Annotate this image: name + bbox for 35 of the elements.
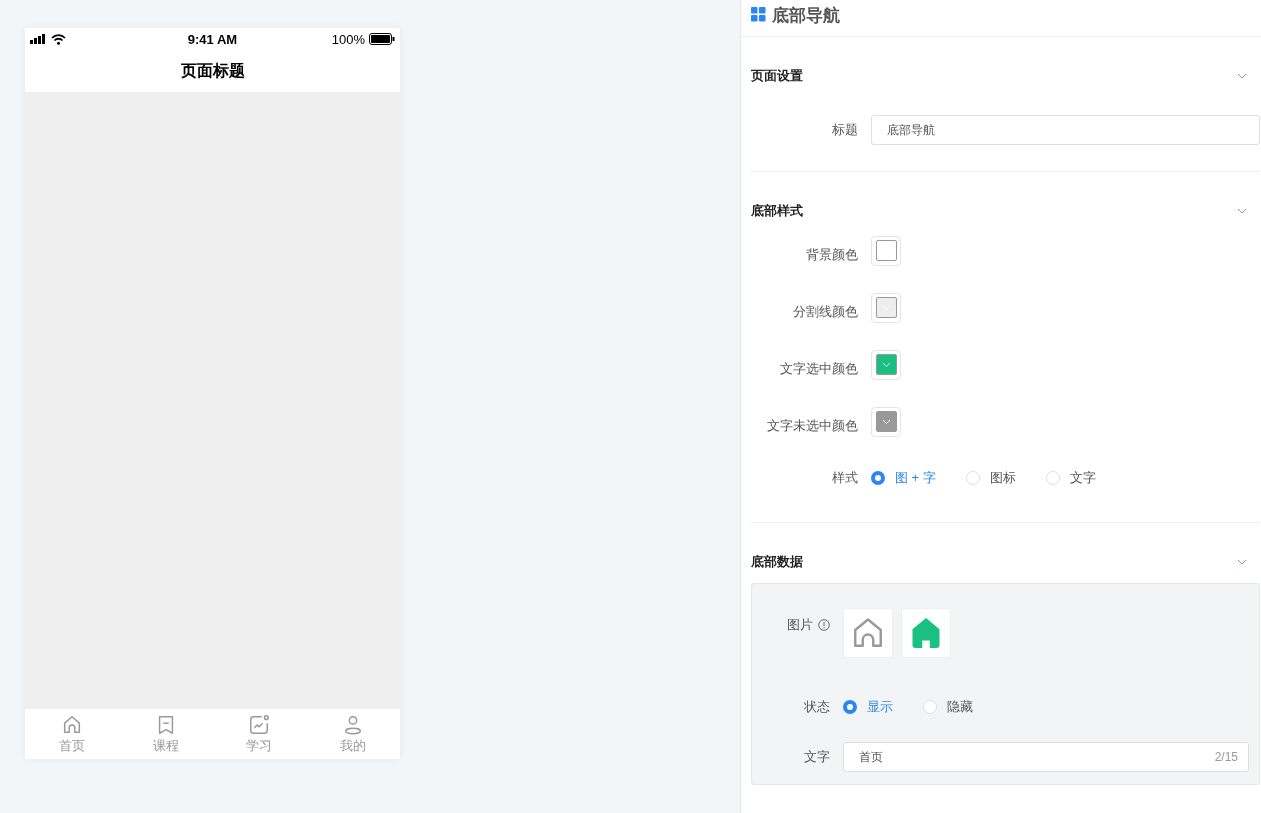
panel-title: 底部导航	[772, 5, 840, 27]
image-thumbnail[interactable]	[901, 608, 951, 658]
battery-percent: 100%	[331, 31, 365, 47]
section-title: 页面设置	[751, 67, 803, 85]
image-thumbnail[interactable]	[843, 608, 893, 658]
title-input[interactable]: 底部导航	[871, 115, 1260, 145]
field-label: 文字未选中颜色	[766, 416, 859, 435]
text-input[interactable]: 首页 2/15	[843, 742, 1249, 772]
field-label: 文字选中颜色	[779, 359, 859, 378]
field-label: 分割线颜色	[792, 302, 859, 321]
page-title: 页面标题	[180, 60, 245, 81]
radio-option[interactable]: 隐藏	[923, 698, 973, 716]
signal-icon	[30, 34, 47, 44]
field-label: 文字	[803, 748, 831, 766]
field-label: 背景颜色	[805, 245, 859, 264]
caret-icon	[881, 418, 891, 425]
section-header[interactable]: 底部数据	[751, 523, 1260, 601]
section-title: 底部样式	[751, 202, 803, 220]
status-time: 9:41 AM	[187, 31, 238, 47]
wifi-icon	[51, 33, 66, 45]
section-header[interactable]: 页面设置	[751, 37, 1260, 115]
section-title: 底部数据	[751, 553, 803, 571]
radio-option[interactable]: 图 + 字	[871, 469, 936, 487]
grid-icon	[751, 7, 766, 22]
radio-option[interactable]: 图标	[965, 469, 1016, 487]
field-label: 状态	[803, 698, 831, 716]
info-icon	[818, 619, 830, 631]
field-label: 图片	[787, 616, 813, 634]
char-counter: 2/15	[1214, 750, 1238, 764]
battery-icon	[369, 33, 395, 45]
field-label: 样式	[831, 469, 859, 487]
caret-icon	[881, 361, 891, 368]
field-label: 标题	[831, 121, 859, 139]
radio-option[interactable]: 文字	[1045, 469, 1096, 487]
chart-icon	[248, 713, 271, 736]
